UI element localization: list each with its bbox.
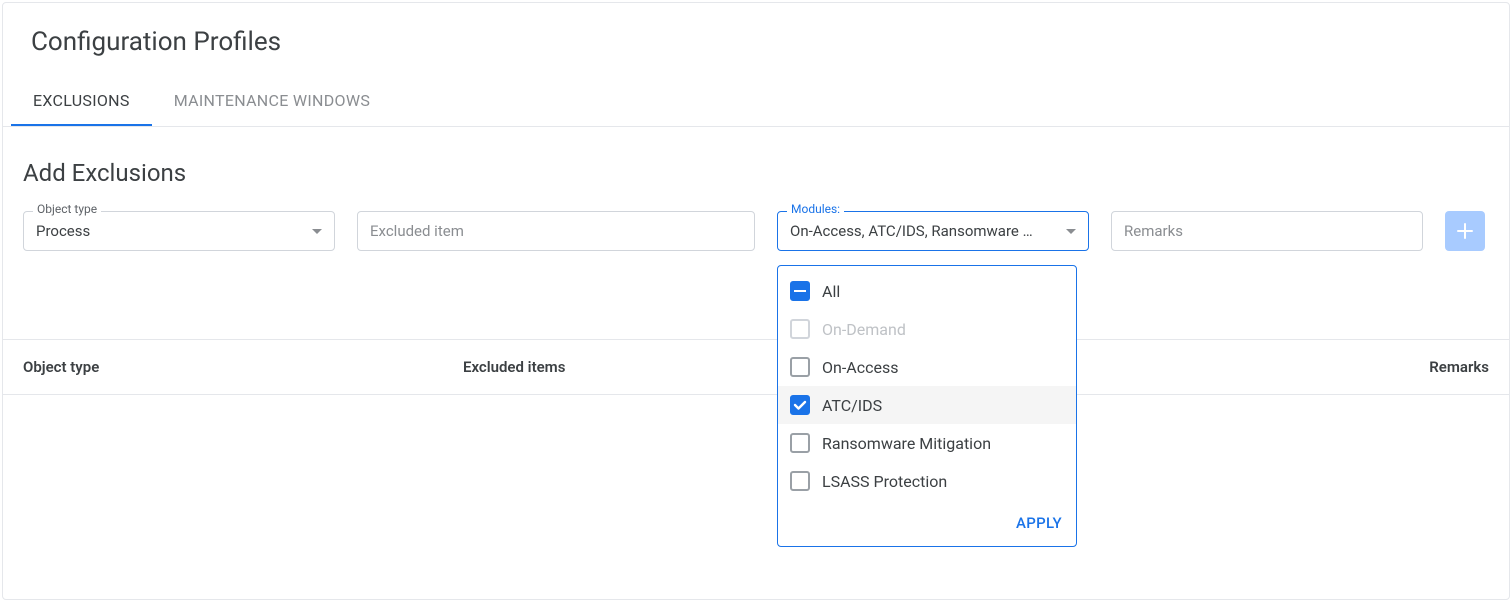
object-type-field: Object type Process (23, 211, 335, 251)
modules-select[interactable]: On-Access, ATC/IDS, Ransomware … (777, 211, 1089, 251)
dropdown-footer: APPLY (778, 500, 1076, 546)
exclusions-table: Object type Excluded items Remarks (3, 339, 1509, 395)
excluded-item-field: Excluded item (357, 211, 755, 251)
modules-option-all[interactable]: All (778, 272, 1076, 310)
col-remarks: Remarks (1349, 358, 1489, 376)
object-type-value: Process (36, 222, 304, 240)
tab-maintenance-windows[interactable]: MAINTENANCE WINDOWS (152, 77, 392, 126)
modules-dropdown: All On-Demand On-Access ATC/IDS (777, 265, 1077, 547)
option-label: All (822, 282, 840, 301)
option-label: On-Access (822, 358, 898, 377)
checkbox-icon (790, 357, 810, 377)
form-row: Object type Process Excluded item Module… (3, 211, 1509, 251)
checkbox-icon (790, 319, 810, 339)
chevron-down-icon (1066, 229, 1076, 234)
remarks-input[interactable]: Remarks (1111, 211, 1423, 251)
tab-exclusions[interactable]: EXCLUSIONS (11, 77, 152, 126)
object-type-label: Object type (33, 202, 101, 216)
checkbox-indeterminate-icon (790, 281, 810, 301)
page-container: Configuration Profiles EXCLUSIONS MAINTE… (2, 2, 1510, 600)
plus-icon (1456, 222, 1474, 240)
option-label: On-Demand (822, 320, 906, 339)
modules-option-on-access[interactable]: On-Access (778, 348, 1076, 386)
remarks-field: Remarks (1111, 211, 1423, 251)
page-title: Configuration Profiles (3, 3, 1509, 77)
checkbox-icon (790, 471, 810, 491)
modules-label: Modules: (787, 202, 844, 216)
modules-option-on-demand: On-Demand (778, 310, 1076, 348)
section-title: Add Exclusions (3, 127, 1509, 211)
checkbox-checked-icon (790, 395, 810, 415)
option-label: ATC/IDS (822, 396, 882, 415)
excluded-item-placeholder: Excluded item (370, 222, 464, 240)
modules-option-atc-ids[interactable]: ATC/IDS (778, 386, 1076, 424)
table-header: Object type Excluded items Remarks (3, 340, 1509, 394)
chevron-down-icon (312, 229, 322, 234)
add-button[interactable] (1445, 211, 1485, 251)
checkbox-icon (790, 433, 810, 453)
modules-field: Modules: On-Access, ATC/IDS, Ransomware … (777, 211, 1089, 251)
apply-button[interactable]: APPLY (1016, 514, 1062, 532)
option-label: LSASS Protection (822, 472, 947, 491)
modules-value: On-Access, ATC/IDS, Ransomware … (790, 222, 1058, 240)
excluded-item-input[interactable]: Excluded item (357, 211, 755, 251)
modules-option-lsass[interactable]: LSASS Protection (778, 462, 1076, 500)
object-type-select[interactable]: Process (23, 211, 335, 251)
col-object-type: Object type (23, 358, 463, 376)
option-label: Ransomware Mitigation (822, 434, 991, 453)
tabs: EXCLUSIONS MAINTENANCE WINDOWS (3, 77, 1509, 127)
modules-option-ransomware[interactable]: Ransomware Mitigation (778, 424, 1076, 462)
remarks-placeholder: Remarks (1124, 222, 1183, 240)
